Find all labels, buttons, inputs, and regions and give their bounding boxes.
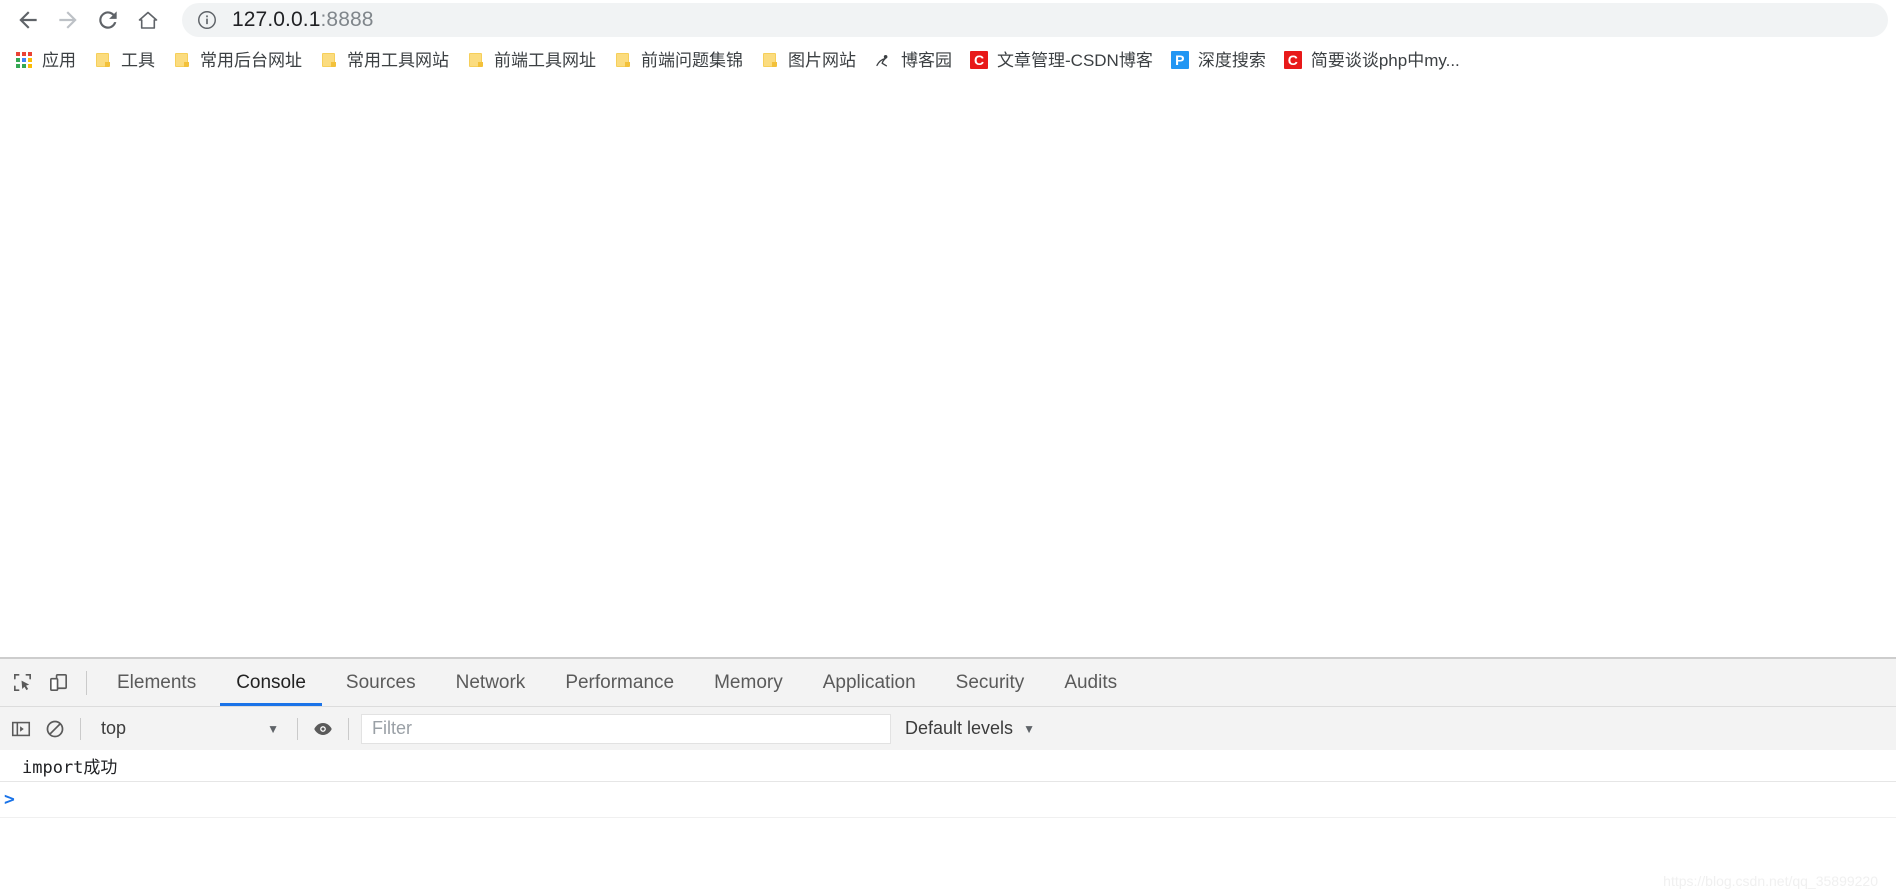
bookmark-label: 深度搜索 (1197, 50, 1266, 70)
bookmark-label: 前端工具网址 (494, 50, 596, 70)
folder-icon (320, 51, 338, 69)
bookmark-folder-tools[interactable]: 工具 (85, 45, 164, 75)
tab-label: Memory (714, 671, 783, 693)
tab-performance[interactable]: Performance (545, 659, 694, 706)
reload-icon (95, 7, 121, 33)
console-message-text: import成功 (22, 758, 118, 778)
console-filter-input[interactable] (361, 713, 891, 744)
tab-label: Audits (1064, 671, 1118, 693)
tab-console[interactable]: Console (216, 659, 326, 706)
console-sidebar-icon[interactable] (4, 712, 38, 746)
apps-grid-icon (15, 51, 33, 69)
devtools-tab-bar: Elements Console Sources Network Perform… (0, 659, 1896, 706)
bookmark-label: 博客园 (901, 50, 952, 70)
navigation-bar: 127.0.0.1:8888 (0, 0, 1896, 40)
browser-chrome: 127.0.0.1:8888 应用 工具 常用后台网址 常用工具网站 前端工具网… (0, 0, 1896, 80)
bookmark-folder-image-sites[interactable]: 图片网站 (752, 45, 865, 75)
reload-button[interactable] (88, 2, 128, 38)
url-port: :8888 (320, 8, 374, 31)
tab-elements[interactable]: Elements (97, 659, 216, 706)
console-filter-bar: top ▼ Default levels ▼ (0, 706, 1896, 750)
toolbar-divider (86, 670, 87, 695)
bookmarks-bar: 应用 工具 常用后台网址 常用工具网站 前端工具网址 前端问题集锦 图片网站 博… (0, 40, 1896, 80)
bookmark-label: 工具 (121, 50, 155, 70)
home-icon (136, 8, 160, 32)
tab-label: Elements (117, 671, 197, 693)
address-bar[interactable]: 127.0.0.1:8888 (182, 3, 1888, 37)
tab-label: Security (955, 671, 1025, 693)
chevron-right-icon: > (4, 788, 15, 810)
bookmark-label: 简要谈谈php中my... (1310, 50, 1460, 70)
bookmark-csdn-article-manage[interactable]: C 文章管理-CSDN博客 (961, 45, 1162, 75)
execution-context-select[interactable]: top ▼ (89, 714, 289, 744)
chevron-down-icon: ▼ (267, 721, 279, 736)
console-levels-select[interactable]: Default levels ▼ (891, 714, 1049, 744)
folder-icon (94, 51, 112, 69)
chevron-down-icon: ▼ (1023, 721, 1035, 736)
info-circle-icon[interactable] (196, 9, 218, 31)
tab-sources[interactable]: Sources (326, 659, 436, 706)
devtools-panel: Elements Console Sources Network Perform… (0, 658, 1896, 895)
clear-console-icon[interactable] (38, 712, 72, 746)
forward-button[interactable] (48, 2, 88, 38)
filterbar-divider-3 (348, 717, 349, 740)
bookmark-apps[interactable]: 应用 (6, 45, 85, 75)
page-viewport (0, 80, 1896, 658)
bookmark-label: 常用工具网站 (347, 50, 449, 70)
filterbar-divider-2 (297, 717, 298, 740)
tab-label: Sources (345, 671, 416, 693)
console-prompt-row[interactable]: > (0, 782, 1896, 818)
tab-label: Network (455, 671, 526, 693)
tab-network[interactable]: Network (436, 659, 546, 706)
tab-audits[interactable]: Audits (1044, 659, 1137, 706)
filterbar-divider-1 (80, 717, 81, 740)
levels-label: Default levels (905, 718, 1014, 738)
inspect-element-icon[interactable] (4, 665, 40, 701)
folder-icon (761, 51, 779, 69)
live-expression-icon[interactable] (306, 712, 340, 746)
folder-icon (467, 51, 485, 69)
bookmark-cnblogs[interactable]: 博客园 (865, 45, 961, 75)
console-output[interactable]: import成功 > https://blog.csdn.net/qq_3589… (0, 750, 1896, 895)
csdn-icon: C (970, 51, 988, 69)
back-button[interactable] (8, 2, 48, 38)
bookmark-label: 图片网站 (788, 50, 856, 70)
bookmark-label: 文章管理-CSDN博客 (997, 50, 1153, 70)
forward-arrow-icon (55, 7, 81, 33)
devtools-tabs: Elements Console Sources Network Perform… (97, 659, 1137, 706)
csdn-icon: C (1283, 51, 1302, 69)
baidu-icon: P (1170, 51, 1189, 69)
folder-icon (173, 51, 191, 69)
tab-label: Application (822, 671, 916, 693)
bookmark-php-mysql-article[interactable]: C 简要谈谈php中my... (1275, 45, 1469, 75)
tab-label: Performance (565, 671, 675, 693)
watermark-text: https://blog.csdn.net/qq_35899220 (1663, 873, 1878, 889)
bookmark-folder-tool-sites[interactable]: 常用工具网站 (311, 45, 458, 75)
console-message: import成功 (0, 750, 1896, 782)
bookmark-label: 前端问题集锦 (641, 50, 743, 70)
bookmark-folder-frontend-issues[interactable]: 前端问题集锦 (605, 45, 752, 75)
home-button[interactable] (128, 2, 168, 38)
url-host: 127.0.0.1 (232, 8, 321, 31)
bookmark-folder-backend-urls[interactable]: 常用后台网址 (164, 45, 311, 75)
tab-application[interactable]: Application (803, 659, 936, 706)
cnblogs-icon (874, 51, 892, 69)
folder-icon (614, 51, 632, 69)
tab-security[interactable]: Security (936, 659, 1045, 706)
bookmark-folder-frontend-tools[interactable]: 前端工具网址 (458, 45, 605, 75)
bookmark-label: 常用后台网址 (200, 50, 302, 70)
device-toolbar-icon[interactable] (40, 665, 76, 701)
execution-context-value: top (101, 718, 127, 738)
back-arrow-icon (15, 7, 41, 33)
bookmark-label: 应用 (42, 50, 76, 70)
tab-label: Console (236, 671, 306, 693)
tab-memory[interactable]: Memory (694, 659, 803, 706)
bookmark-deep-search[interactable]: P 深度搜索 (1162, 45, 1275, 75)
url-text: 127.0.0.1:8888 (232, 8, 374, 32)
